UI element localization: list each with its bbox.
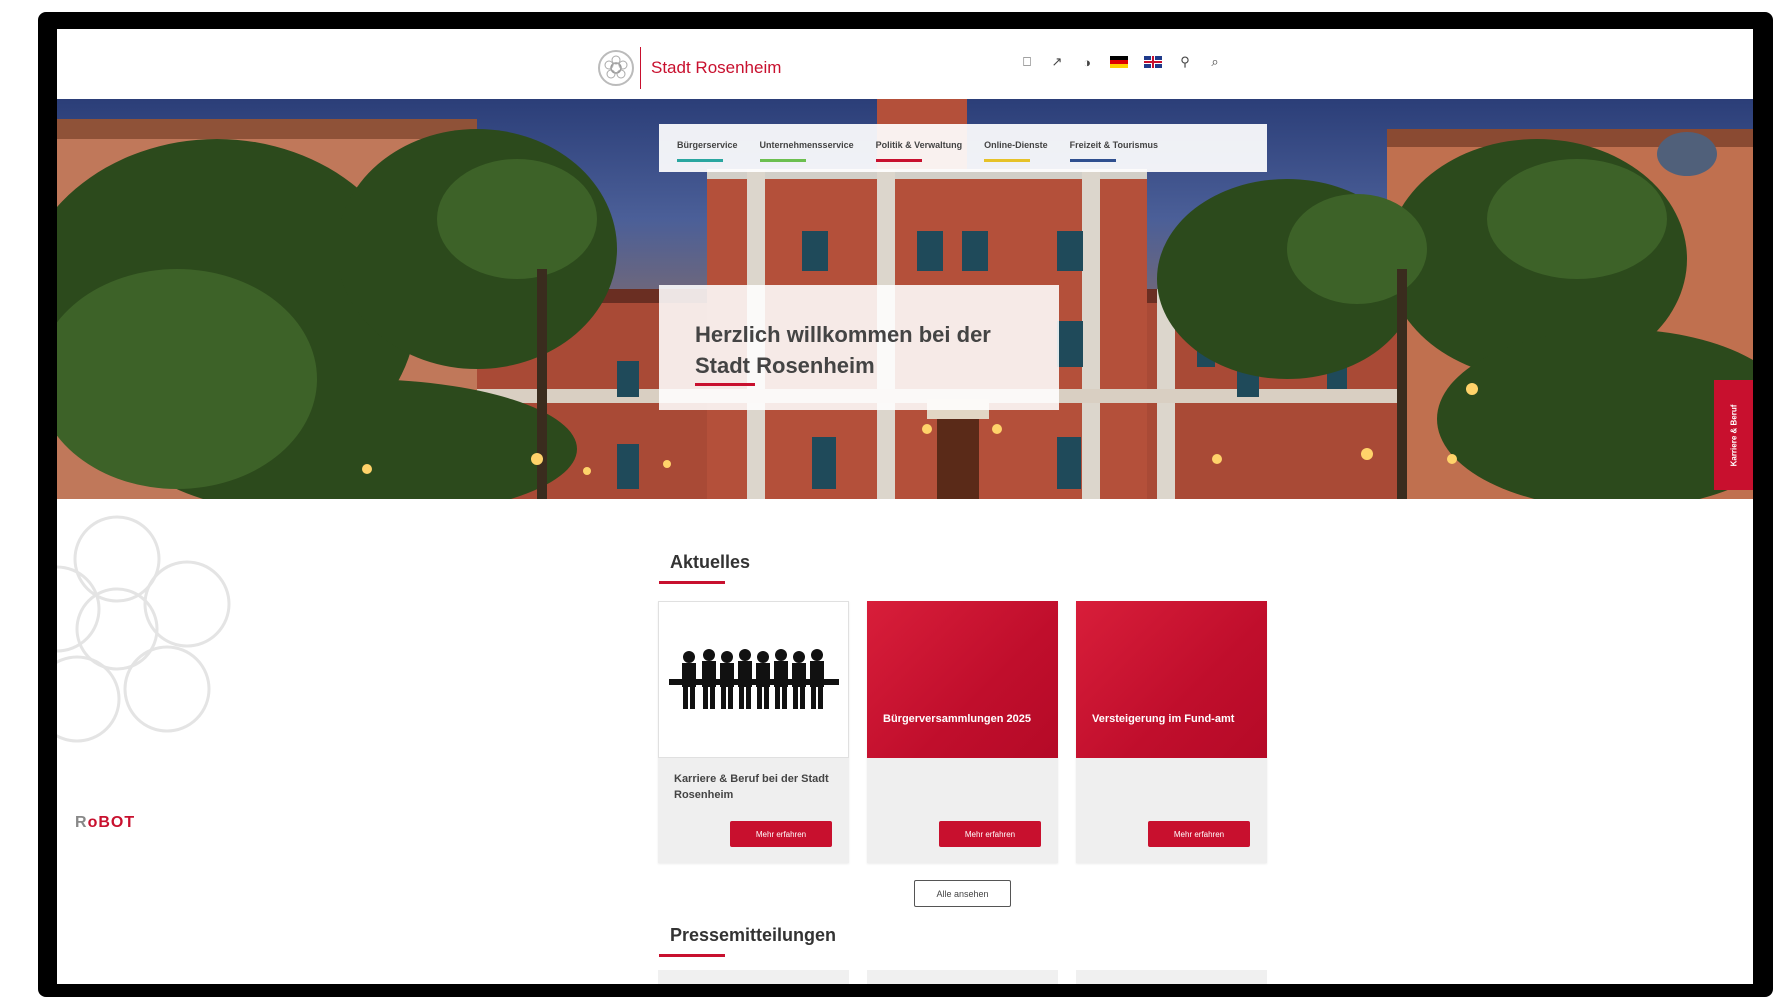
nav-label: Online-Dienste [984,140,1048,150]
nav-underline [875,159,922,162]
nav-item-politik-verwaltung[interactable]: Politik & Verwaltung [875,140,963,162]
nav-underline [677,159,723,162]
pressemitteilungen-heading: Pressemitteilungen [670,925,837,945]
news-cards: Karriere & Beruf bei der Stadt Rosenheim… [658,601,1267,863]
search-icon[interactable]: ⌕ [1208,54,1222,69]
alle-ansehen-button[interactable]: Alle ansehen [914,880,1011,907]
card-red-image: Versteigerung im Fund-amt [1076,601,1267,758]
nav-underline [984,159,1031,162]
logo-text: Stadt Rosenheim [651,58,782,77]
people-icon [668,648,839,709]
nav-item-buergerservice[interactable]: Bürgerservice [677,140,738,162]
press-card[interactable] [1076,970,1267,984]
aktuelles-underline [659,581,725,584]
welcome-line-2: Stadt Rosenheim [695,353,875,378]
card-overlay-title: Bürgerversammlungen 2025 [883,713,1031,725]
robot-logo-part-2: oBOT [87,814,136,831]
logo-divider [640,47,641,89]
german-flag-icon[interactable] [1110,56,1128,68]
workers-illustration [658,601,849,758]
press-cards-preview [658,970,1267,984]
header-tools: ⎕ ↗ ◑ ⚲ ⌕ [1020,54,1222,70]
nav-label: Politik & Verwaltung [875,140,963,150]
share-icon[interactable]: ↗ [1050,54,1064,69]
welcome-box: Herzlich willkommen bei der Stadt Rosenh… [659,285,1059,410]
site-header: Stadt Rosenheim ⎕ ↗ ◑ ⚲ ⌕ [57,29,1753,99]
nav-label: Unternehmensservice [759,140,854,150]
career-side-tab[interactable]: Karriere & Beruf [1714,380,1753,490]
uk-flag-icon[interactable] [1144,56,1162,68]
news-card[interactable]: Karriere & Beruf bei der Stadt Rosenheim… [658,601,849,863]
news-card[interactable]: Bürgerversammlungen 2025 Mehr erfahren [867,601,1058,863]
robot-logo[interactable]: RoBOT [75,814,135,832]
nav-underline [759,159,806,162]
card-red-image: Bürgerversammlungen 2025 [867,601,1058,758]
press-card[interactable] [658,970,849,984]
site-logo[interactable]: Stadt Rosenheim [598,47,781,89]
career-side-tab-label: Karriere & Beruf [1729,404,1738,466]
nav-item-unternehmensservice[interactable]: Unternehmensservice [759,140,854,162]
card-overlay-title: Versteigerung im Fund-amt [1092,713,1235,725]
user-icon[interactable]: ⚲ [1178,54,1192,69]
rose-emblem-icon [598,50,634,86]
welcome-line-1: Herzlich willkommen bei der [695,322,991,347]
card-title: Karriere & Beruf bei der Stadt Rosenheim [674,773,829,801]
browser-viewport: Stadt Rosenheim ⎕ ↗ ◑ ⚲ ⌕ Bürgerservice … [57,29,1753,984]
nav-item-online-dienste[interactable]: Online-Dienste [984,140,1048,162]
mehr-erfahren-button[interactable]: Mehr erfahren [939,821,1041,847]
welcome-heading: Herzlich willkommen bei der Stadt Rosenh… [695,319,1023,381]
press-card[interactable] [867,970,1058,984]
contrast-icon[interactable]: ◑ [1080,55,1094,70]
rose-watermark-icon [57,515,231,743]
hero-banner: Bürgerservice Unternehmensservice Politi… [57,99,1753,499]
robot-logo-part-1: R [75,814,88,831]
news-card[interactable]: Versteigerung im Fund-amt Mehr erfahren [1076,601,1267,863]
nav-item-freizeit-tourismus[interactable]: Freizeit & Tourismus [1069,140,1158,162]
welcome-underline [695,383,755,386]
nav-label: Freizeit & Tourismus [1069,140,1158,150]
pressemitteilungen-underline [659,954,725,957]
nav-underline [1069,159,1116,162]
mehr-erfahren-button[interactable]: Mehr erfahren [1148,821,1250,847]
book-icon[interactable]: ⎕ [1020,54,1034,69]
mehr-erfahren-button[interactable]: Mehr erfahren [730,821,832,847]
main-navigation: Bürgerservice Unternehmensservice Politi… [659,124,1267,172]
aktuelles-heading: Aktuelles [670,552,751,572]
nav-label: Bürgerservice [677,140,738,150]
